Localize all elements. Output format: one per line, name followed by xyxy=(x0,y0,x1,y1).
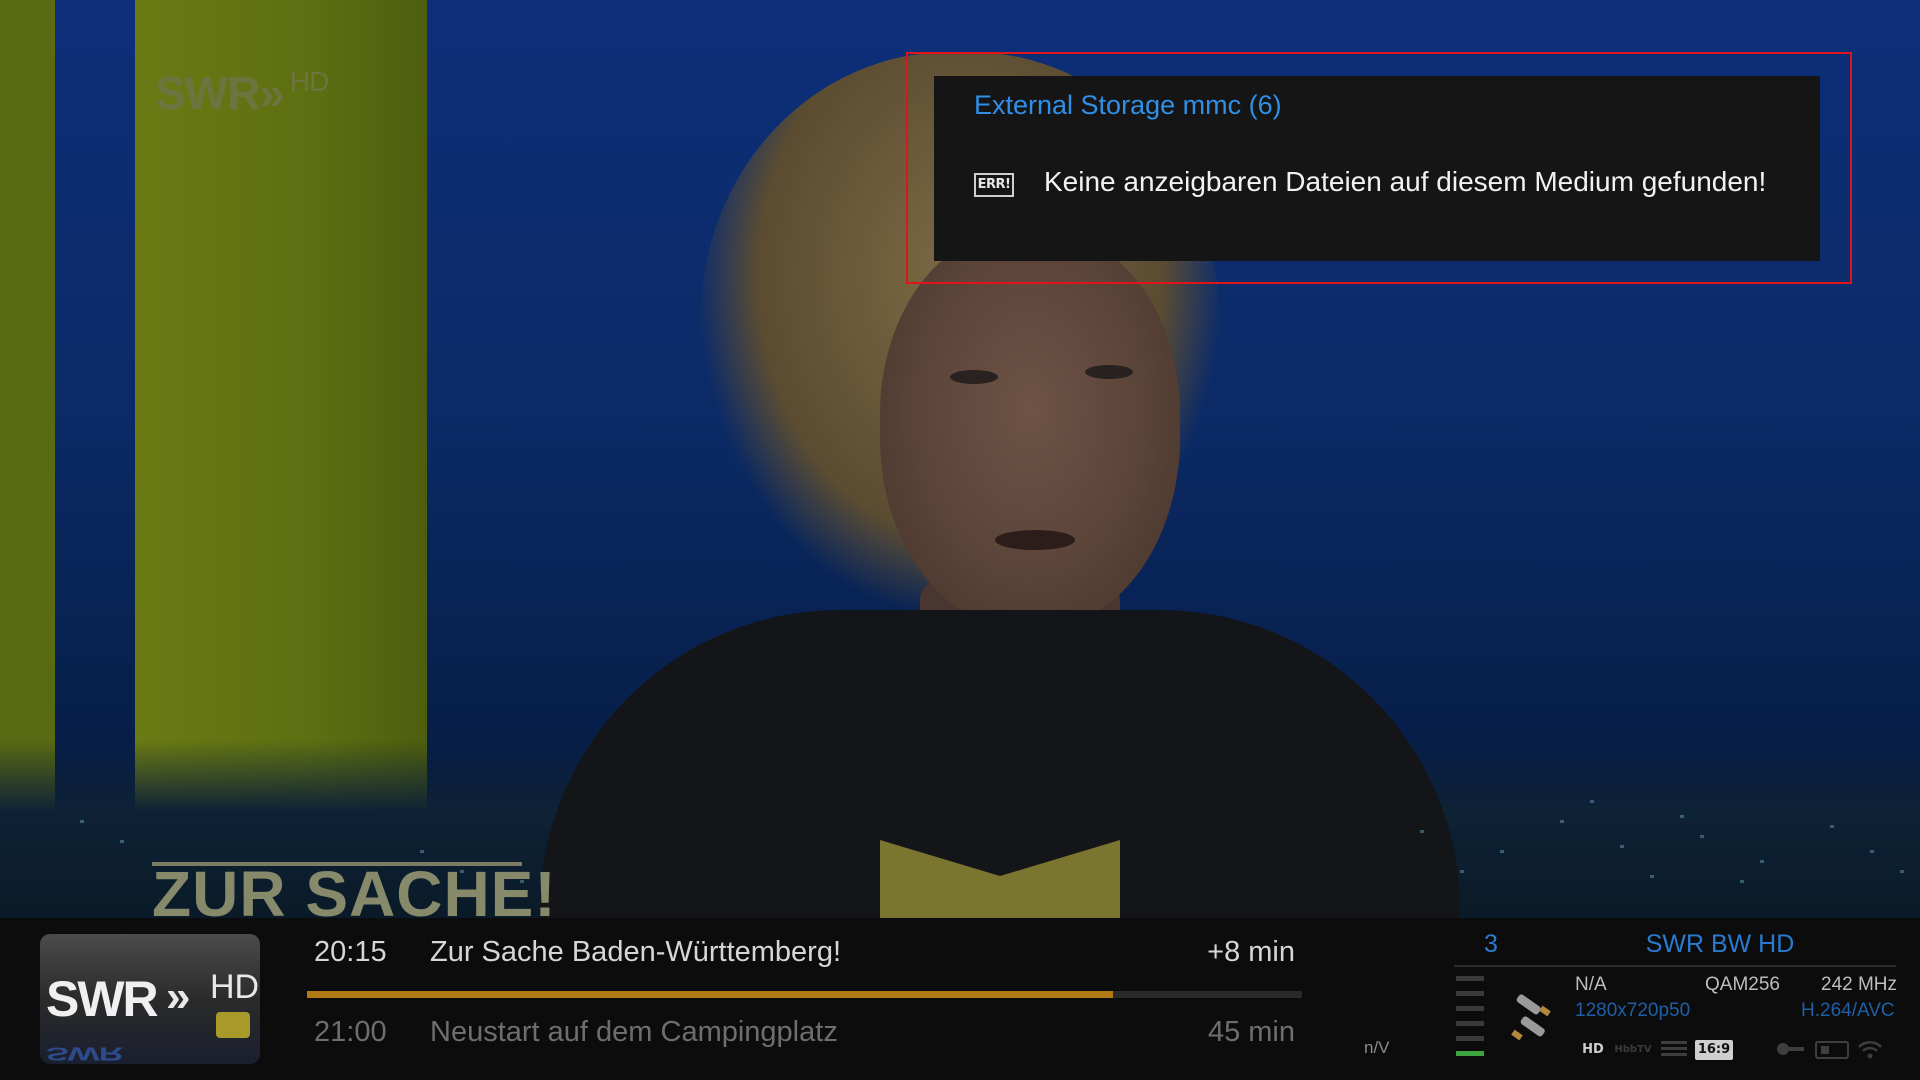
channel-logo-reflection: SWR xyxy=(46,1043,123,1064)
popup-title: External Storage mmc (6) xyxy=(974,90,1282,120)
presenter-left-eye xyxy=(950,370,998,384)
error-icon: ERR! xyxy=(974,173,1014,197)
signal-bar xyxy=(1456,991,1484,996)
hd-icon: HD xyxy=(1582,1042,1604,1057)
city-light xyxy=(1830,825,1834,828)
city-light xyxy=(1900,870,1904,873)
channel-logo-hd: HD xyxy=(210,968,260,1006)
show-banner-title: ZUR SACHE! xyxy=(152,858,557,918)
nv-label: n/V xyxy=(1364,1038,1390,1057)
broadcast-logo-hd: HD xyxy=(289,66,329,97)
hbbtv-icon: HbbTV xyxy=(1614,1044,1652,1055)
signal-bar xyxy=(1456,1021,1484,1026)
aspect-ratio-icon: 16:9 xyxy=(1695,1040,1733,1060)
city-light xyxy=(420,850,424,853)
channel-name: SWR BW HD xyxy=(1645,930,1795,958)
broadcast-logo-text: SWR xyxy=(155,67,260,119)
city-light xyxy=(1700,835,1704,838)
city-light xyxy=(520,880,524,883)
city-light xyxy=(1500,850,1504,853)
video-codec: H.264/AVC xyxy=(1801,1000,1895,1021)
city-light xyxy=(1740,880,1744,883)
error-popup[interactable]: External Storage mmc (6) ERR! Keine anze… xyxy=(934,76,1820,261)
city-light xyxy=(1760,860,1764,863)
signal-bar xyxy=(1456,976,1484,981)
presenter-mouth xyxy=(995,530,1075,550)
signal-bar xyxy=(1456,1036,1484,1041)
epg-next-duration: 45 min xyxy=(1207,1016,1295,1048)
channel-number: 3 xyxy=(1484,930,1498,958)
city-light xyxy=(460,870,464,873)
city-light xyxy=(1870,850,1874,853)
ci-module-icon xyxy=(1815,1040,1849,1060)
city-light xyxy=(120,840,124,843)
city-light xyxy=(1620,845,1624,848)
broadcast-logo-arrows: » xyxy=(259,67,285,119)
video-resolution: 1280x720p50 xyxy=(1575,1000,1691,1021)
epg-next-time: 21:00 xyxy=(314,1016,387,1048)
epg-next-title[interactable]: Neustart auf dem Campingplatz xyxy=(430,1016,838,1049)
modulation: QAM256 xyxy=(1705,974,1780,995)
coat-of-arms-icon xyxy=(216,1012,250,1038)
city-light xyxy=(1590,800,1594,803)
panel-divider xyxy=(1454,965,1896,967)
popup-message: Keine anzeigbaren Dateien auf diesem Med… xyxy=(1044,166,1767,197)
channel-logo-arrows-icon: » xyxy=(166,972,191,1021)
epg-progress-bar xyxy=(307,991,1302,998)
city-light xyxy=(1420,830,1424,833)
cable-connector-icon xyxy=(1511,994,1551,1041)
signal-bar xyxy=(1456,1006,1484,1011)
epg-now-time: 20:15 xyxy=(314,936,387,968)
broadcast-logo: SWR» HD xyxy=(155,66,329,120)
channel-logo-text: SWR xyxy=(46,971,159,1027)
epg-now-title[interactable]: Zur Sache Baden-Württemberg! xyxy=(430,936,841,969)
presenter-face xyxy=(880,230,1180,630)
city-light xyxy=(1680,815,1684,818)
city-light xyxy=(1650,875,1654,878)
city-light xyxy=(1460,870,1464,873)
epg-now-remaining: +8 min xyxy=(1207,936,1295,968)
frequency: 242 MHz xyxy=(1821,974,1898,995)
wifi-icon xyxy=(1856,1040,1884,1060)
city-light xyxy=(80,820,84,823)
epg-progress-fill xyxy=(307,991,1113,998)
service-status: N/A xyxy=(1575,974,1607,995)
presenter-jacket xyxy=(540,610,1460,918)
channel-logo: SWR » HD SWR xyxy=(40,934,260,1064)
city-light xyxy=(1560,820,1564,823)
signal-bar xyxy=(1456,1051,1484,1056)
teletext-icon xyxy=(1660,1040,1688,1060)
presenter-right-eye xyxy=(1085,365,1133,379)
key-icon xyxy=(1775,1040,1807,1060)
